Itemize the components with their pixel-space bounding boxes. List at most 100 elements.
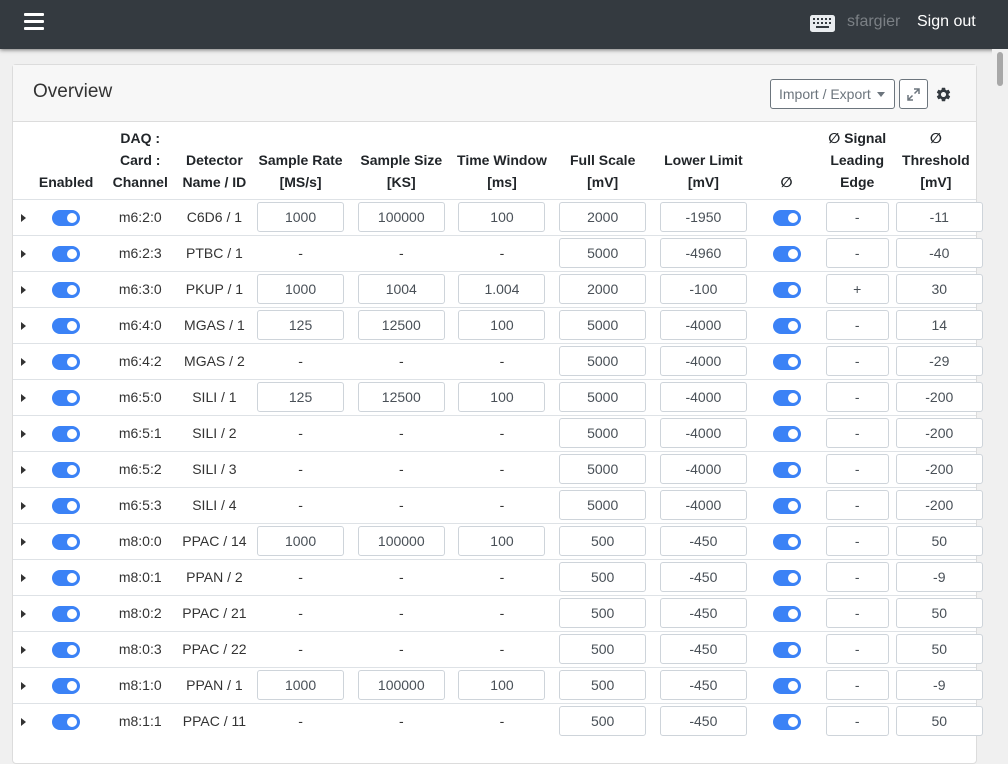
enabled-toggle[interactable] xyxy=(52,425,81,442)
sample-rate-input[interactable]: 125 xyxy=(257,310,345,340)
full-scale-input[interactable]: 5000 xyxy=(559,382,647,412)
sample-rate-input[interactable]: 1000 xyxy=(257,274,345,304)
leading-edge-select[interactable]: - xyxy=(825,454,889,484)
threshold-input[interactable]: -29 xyxy=(895,346,983,376)
lower-limit-input[interactable]: -4000 xyxy=(659,382,747,412)
time-window-input[interactable]: 100 xyxy=(458,526,546,556)
expand-row-icon[interactable] xyxy=(21,502,27,510)
enabled-toggle[interactable] xyxy=(52,317,81,334)
enabled-toggle[interactable] xyxy=(52,569,81,586)
full-scale-input[interactable]: 500 xyxy=(559,598,647,628)
enabled-toggle[interactable] xyxy=(52,713,81,730)
full-scale-input[interactable]: 2000 xyxy=(559,202,647,232)
col-header-leading-edge[interactable]: ∅ Signal Leading Edge xyxy=(818,122,896,200)
leading-edge-select[interactable]: - xyxy=(825,382,889,412)
hamburger-menu-icon[interactable] xyxy=(24,13,44,30)
leading-edge-select[interactable]: - xyxy=(825,634,889,664)
col-header-enabled[interactable]: Enabled xyxy=(31,122,102,200)
lower-limit-input[interactable]: -4000 xyxy=(659,346,747,376)
expand-row-icon[interactable] xyxy=(21,610,27,618)
threshold-input[interactable]: 50 xyxy=(895,526,983,556)
inverted-toggle[interactable] xyxy=(772,425,801,442)
time-window-input[interactable]: 1.004 xyxy=(458,274,546,304)
leading-edge-select[interactable]: - xyxy=(825,562,889,592)
leading-edge-select[interactable]: + xyxy=(825,274,889,304)
col-header-time-window[interactable]: Time Window [ms] xyxy=(450,122,554,200)
expand-row-icon[interactable] xyxy=(21,718,27,727)
threshold-input[interactable]: -200 xyxy=(895,454,983,484)
full-scale-input[interactable]: 500 xyxy=(559,634,647,664)
enabled-toggle[interactable] xyxy=(52,389,81,406)
scrollbar-thumb[interactable] xyxy=(997,52,1003,86)
leading-edge-select[interactable]: - xyxy=(825,706,889,737)
expand-row-icon[interactable] xyxy=(21,430,27,438)
lower-limit-input[interactable]: -450 xyxy=(659,706,747,737)
lower-limit-input[interactable]: -4000 xyxy=(659,418,747,448)
expand-row-icon[interactable] xyxy=(21,466,27,474)
col-header-channel[interactable]: DAQ : Card : Channel xyxy=(101,122,180,200)
expand-row-icon[interactable] xyxy=(21,574,27,582)
leading-edge-select[interactable]: - xyxy=(825,598,889,628)
enabled-toggle[interactable] xyxy=(52,245,81,262)
inverted-toggle[interactable] xyxy=(772,605,801,622)
col-header-threshold[interactable]: ∅ Threshold [mV] xyxy=(895,122,976,200)
time-window-input[interactable]: 100 xyxy=(458,310,546,340)
inverted-toggle[interactable] xyxy=(772,317,801,334)
lower-limit-input[interactable]: -450 xyxy=(659,598,747,628)
expand-row-icon[interactable] xyxy=(21,682,27,690)
full-scale-input[interactable]: 5000 xyxy=(559,454,647,484)
lower-limit-input[interactable]: -450 xyxy=(659,670,747,700)
threshold-input[interactable]: -40 xyxy=(895,238,983,268)
full-scale-input[interactable]: 5000 xyxy=(559,310,647,340)
threshold-input[interactable]: 14 xyxy=(895,310,983,340)
lower-limit-input[interactable]: -4000 xyxy=(659,490,747,520)
inverted-toggle[interactable] xyxy=(772,281,801,298)
lower-limit-input[interactable]: -450 xyxy=(659,526,747,556)
expand-row-icon[interactable] xyxy=(21,322,27,330)
expand-row-icon[interactable] xyxy=(21,286,27,294)
lower-limit-input[interactable]: -4000 xyxy=(659,310,747,340)
inverted-toggle[interactable] xyxy=(772,569,801,586)
lower-limit-input[interactable]: -4960 xyxy=(659,238,747,268)
leading-edge-select[interactable]: - xyxy=(825,310,889,340)
full-scale-input[interactable]: 5000 xyxy=(559,490,647,520)
inverted-toggle[interactable] xyxy=(772,533,801,550)
expand-row-icon[interactable] xyxy=(21,214,27,222)
leading-edge-select[interactable]: - xyxy=(825,526,889,556)
expand-row-icon[interactable] xyxy=(21,250,27,258)
leading-edge-select[interactable]: - xyxy=(825,346,889,376)
full-scale-input[interactable]: 500 xyxy=(559,562,647,592)
enabled-toggle[interactable] xyxy=(52,461,81,478)
enabled-toggle[interactable] xyxy=(52,497,81,514)
enabled-toggle[interactable] xyxy=(52,353,81,370)
lower-limit-input[interactable]: -4000 xyxy=(659,454,747,484)
scrollbar[interactable] xyxy=(992,49,1008,725)
full-scale-input[interactable]: 500 xyxy=(559,670,647,700)
full-scale-input[interactable]: 500 xyxy=(559,706,647,737)
sample-size-input[interactable]: 100000 xyxy=(357,202,445,232)
expand-row-icon[interactable] xyxy=(21,646,27,654)
enabled-toggle[interactable] xyxy=(52,209,81,226)
inverted-toggle[interactable] xyxy=(772,389,801,406)
leading-edge-select[interactable]: - xyxy=(825,202,889,232)
full-scale-input[interactable]: 2000 xyxy=(559,274,647,304)
inverted-toggle[interactable] xyxy=(772,641,801,658)
expand-button[interactable] xyxy=(899,79,928,109)
sample-size-input[interactable]: 12500 xyxy=(357,382,445,412)
sample-size-input[interactable]: 12500 xyxy=(357,310,445,340)
sample-size-input[interactable]: 100000 xyxy=(357,670,445,700)
full-scale-input[interactable]: 5000 xyxy=(559,346,647,376)
enabled-toggle[interactable] xyxy=(52,677,81,694)
inverted-toggle[interactable] xyxy=(772,713,801,730)
sample-rate-input[interactable]: 125 xyxy=(257,382,345,412)
expand-row-icon[interactable] xyxy=(21,358,27,366)
threshold-input[interactable]: -200 xyxy=(895,418,983,448)
leading-edge-select[interactable]: - xyxy=(825,418,889,448)
col-header-sample-rate[interactable]: Sample Rate [MS/s] xyxy=(249,122,352,200)
col-header-inverted[interactable]: ∅ xyxy=(754,122,819,200)
leading-edge-select[interactable]: - xyxy=(825,670,889,700)
lower-limit-input[interactable]: -450 xyxy=(659,562,747,592)
threshold-input[interactable]: 50 xyxy=(895,706,983,737)
threshold-input[interactable]: -9 xyxy=(895,562,983,592)
leading-edge-select[interactable]: - xyxy=(825,490,889,520)
